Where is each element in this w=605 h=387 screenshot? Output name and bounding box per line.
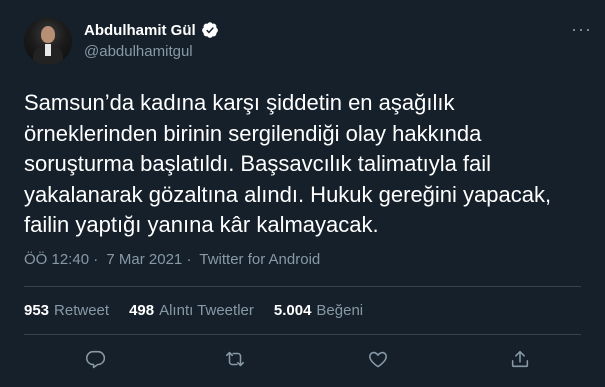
quote-count: 498: [129, 302, 155, 319]
avatar-head: [41, 26, 55, 43]
verified-badge-icon: [201, 21, 219, 39]
more-options-icon[interactable]: ···: [571, 20, 592, 38]
heart-icon[interactable]: [367, 348, 391, 372]
divider: [24, 286, 581, 287]
tweet-source[interactable]: Twitter for Android: [199, 251, 320, 268]
tweet-text: Samsun’da kadına karşı şiddetin en aşağı…: [24, 90, 552, 237]
retweet-label: Retweet: [54, 302, 110, 319]
quote-label: Alıntı Tweetler: [159, 302, 254, 319]
retweet-stat[interactable]: 953 Retweet: [24, 302, 109, 319]
tweet-time[interactable]: ÖÖ 12:40: [24, 251, 89, 268]
like-stat[interactable]: 5.004 Beğeni: [274, 302, 363, 319]
like-label: Beğeni: [316, 302, 364, 319]
author-name-row[interactable]: Abdulhamit Gül: [84, 21, 219, 39]
reply-icon[interactable]: [84, 348, 108, 372]
tweet-date[interactable]: 7 Mar 2021: [106, 251, 182, 268]
tweet-meta: ÖÖ 12:40 · 7 Mar 2021 · Twitter for Andr…: [24, 251, 320, 268]
quote-stat[interactable]: 498 Alıntı Tweetler: [129, 302, 254, 319]
author-name[interactable]: Abdulhamit Gül: [84, 22, 196, 39]
avatar[interactable]: [24, 17, 72, 65]
avatar-shirt: [45, 44, 51, 56]
author-handle[interactable]: @abdulhamitgul: [84, 43, 193, 60]
meta-separator: ·: [186, 251, 192, 268]
tweet-stats: 953 Retweet 498 Alıntı Tweetler 5.004 Beğen…: [24, 302, 363, 319]
tweet-detail: Abdulhamit Gül @abdulhamitgul ··· Samsun…: [0, 0, 605, 387]
like-count: 5.004: [273, 302, 312, 319]
divider: [24, 334, 581, 335]
retweet-icon[interactable]: [224, 348, 248, 372]
tweet-actions: [0, 348, 605, 372]
retweet-count: 953: [24, 302, 50, 319]
meta-separator: ·: [93, 251, 99, 268]
share-icon[interactable]: [509, 348, 533, 372]
